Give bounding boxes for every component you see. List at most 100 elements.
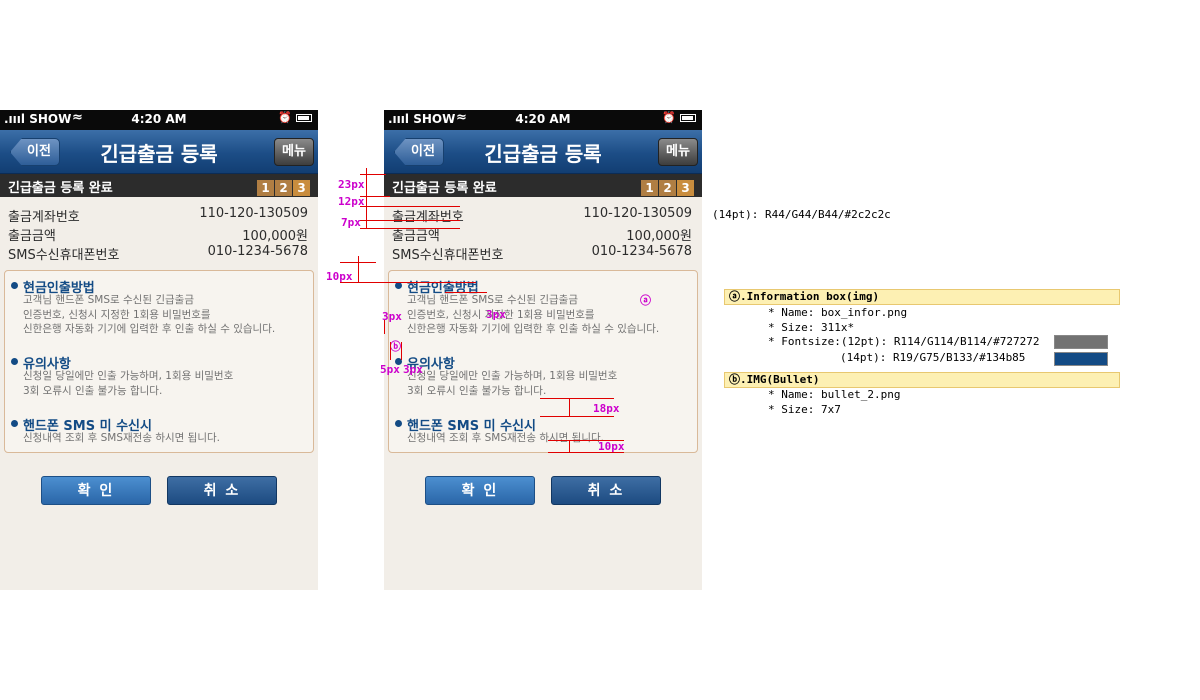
info-heading: 현금인출방법 (389, 277, 697, 296)
measure-line (358, 256, 359, 282)
menu-button[interactable]: 메뉴 (658, 138, 698, 166)
measure-line (445, 292, 487, 293)
cancel-button[interactable]: 취 소 (551, 476, 661, 505)
info-line: 인증번호, 신청시 지정한 1회용 비밀번호를 (407, 308, 595, 321)
spec-line: * Size: 7x7 (768, 403, 841, 416)
info-line: 3회 오류시 인출 불가능 합니다. (23, 384, 163, 397)
bullet-icon (395, 420, 402, 427)
info-section: 유의사항 신청일 당일에만 인출 가능하며, 1회용 비밀번호 3회 오류시 인… (389, 353, 697, 398)
detail-value: 110-120-130509 (583, 206, 692, 221)
battery-icon (680, 114, 696, 122)
info-section: 현금인출방법 고객님 핸드폰 SMS로 수신된 긴급출금 인증번호, 신청시 지… (5, 277, 313, 337)
info-heading: 현금인출방법 (5, 277, 313, 296)
bullet-icon (395, 282, 402, 289)
bullet-icon (11, 282, 18, 289)
measure-line (340, 262, 376, 263)
detail-value: 100,000원 (626, 229, 692, 244)
spec-font-14pt: (14pt): R44/G44/B44/#2c2c2c (712, 208, 891, 221)
alarm-icon: ⏰ (278, 111, 312, 124)
detail-label: SMS수신휴대폰번호 (392, 248, 504, 263)
nav-bar: 이전 긴급출금 등록 메뉴 (384, 130, 702, 174)
info-heading: 핸드폰 SMS 미 수신시 (389, 415, 697, 434)
detail-list: 출금계좌번호 110-120-130509 출금금액 100,000원 SMS수신휴… (384, 206, 702, 263)
spec-line: * Name: box_infor.png (768, 306, 908, 319)
info-section: 핸드폰 SMS 미 수신시 신청내역 조회 후 SMS재전송 하시면 됩니다. (389, 415, 697, 446)
confirm-button[interactable]: 확 인 (41, 476, 151, 505)
measure-line (360, 174, 386, 175)
info-section: 핸드폰 SMS 미 수신시 신청내역 조회 후 SMS재전송 하시면 됩니다. (5, 415, 313, 446)
phone-screen-annotated: .ıııl SHOW ≈ 4:20 AM ⏰ 이전 긴급출금 등록 메뉴 긴급출… (384, 110, 702, 590)
spec-box-a-title: ⓐ.Information box(img) (724, 289, 1120, 305)
measure-line (360, 220, 460, 221)
color-swatch-gray (1054, 335, 1108, 349)
step-bar: 긴급출금 등록 완료 123 (0, 174, 318, 197)
spec-box-b-title: ⓑ.IMG(Bullet) (724, 372, 1120, 388)
detail-row: SMS수신휴대폰번호 010-1234-5678 (384, 244, 702, 263)
measure-line (366, 168, 367, 228)
measure-line (569, 440, 570, 452)
measure-label: 3px (486, 308, 506, 321)
clock: 4:20 AM (515, 112, 571, 126)
step-title: 긴급출금 등록 완료 (392, 181, 497, 196)
measure-label: 7px (341, 216, 361, 229)
info-line: 신한은행 자동화 기기에 입력한 후 인출 하실 수 있습니다. (407, 323, 660, 335)
info-line: 3회 오류시 인출 불가능 합니다. (407, 384, 547, 397)
step-3: 3 (293, 180, 310, 196)
phone-screen-original: .ıııl SHOW ≈ 4:20 AM ⏰ 이전 긴급출금 등록 메뉴 긴급출… (0, 110, 318, 590)
measure-line (401, 342, 402, 360)
detail-row: 출금계좌번호 110-120-130509 (0, 206, 318, 225)
detail-row: 출금계좌번호 110-120-130509 (384, 206, 702, 225)
detail-label: 출금계좌번호 (392, 210, 464, 225)
measure-line (540, 416, 614, 417)
step-title: 긴급출금 등록 완료 (8, 181, 113, 196)
measure-label: 5px (380, 363, 400, 376)
measure-label: 3px (403, 363, 423, 376)
spec-line: * Fontsize:(12pt): R114/G114/B114/#72727… (768, 335, 1040, 348)
measure-label: 18px (593, 402, 620, 415)
spec-line: * Size: 311x* (768, 321, 855, 334)
step-indicator: 123 (256, 177, 310, 196)
measure-label: 23px (338, 178, 365, 191)
nav-bar: 이전 긴급출금 등록 메뉴 (0, 130, 318, 174)
step-2: 2 (659, 180, 676, 196)
status-bar: .ıııl SHOW ≈ 4:20 AM ⏰ (384, 110, 702, 130)
detail-row: SMS수신휴대폰번호 010-1234-5678 (0, 244, 318, 263)
cancel-button[interactable]: 취 소 (167, 476, 277, 505)
step-bar: 긴급출금 등록 완료 123 (384, 174, 702, 197)
detail-label: 출금계좌번호 (8, 210, 80, 225)
detail-label: SMS수신휴대폰번호 (8, 248, 120, 263)
info-line: 신한은행 자동화 기기에 입력한 후 인출 하실 수 있습니다. (23, 323, 276, 335)
status-bar: .ıııl SHOW ≈ 4:20 AM ⏰ (0, 110, 318, 130)
step-1: 1 (641, 180, 658, 196)
measure-label: 10px (326, 270, 353, 283)
detail-row: 출금금액 100,000원 (0, 225, 318, 244)
page-title: 긴급출금 등록 (484, 142, 602, 166)
clock: 4:20 AM (131, 112, 187, 126)
color-swatch-blue (1054, 352, 1108, 366)
spec-line: (14pt): R19/G75/B133/#134b85 (840, 351, 1026, 364)
marker-a: ⓐ (640, 294, 651, 307)
alarm-icon: ⏰ (662, 111, 696, 124)
information-box: 현금인출방법 고객님 핸드폰 SMS로 수신된 긴급출금 인증번호, 신청시 지… (388, 270, 698, 453)
detail-value: 010-1234-5678 (207, 244, 308, 259)
step-2: 2 (275, 180, 292, 196)
info-section: 유의사항 신청일 당일에만 인출 가능하며, 1회용 비밀번호 3회 오류시 인… (5, 353, 313, 398)
measure-line (569, 398, 570, 416)
measure-line (340, 282, 476, 283)
detail-value: 100,000원 (242, 229, 308, 244)
info-heading: 유의사항 (5, 353, 313, 372)
bullet-icon (11, 420, 18, 427)
confirm-button[interactable]: 확 인 (425, 476, 535, 505)
measure-label: 12px (338, 195, 365, 208)
detail-value: 010-1234-5678 (591, 244, 692, 259)
bullet-icon (11, 358, 18, 365)
measure-label: 3px (382, 310, 402, 323)
measure-line (360, 206, 460, 207)
info-heading: 유의사항 (389, 353, 697, 372)
measure-line (540, 398, 614, 399)
step-indicator: 123 (640, 177, 694, 196)
menu-button[interactable]: 메뉴 (274, 138, 314, 166)
step-1: 1 (257, 180, 274, 196)
measure-label: 10px (598, 440, 625, 453)
spec-line: * Name: bullet_2.png (768, 388, 901, 401)
